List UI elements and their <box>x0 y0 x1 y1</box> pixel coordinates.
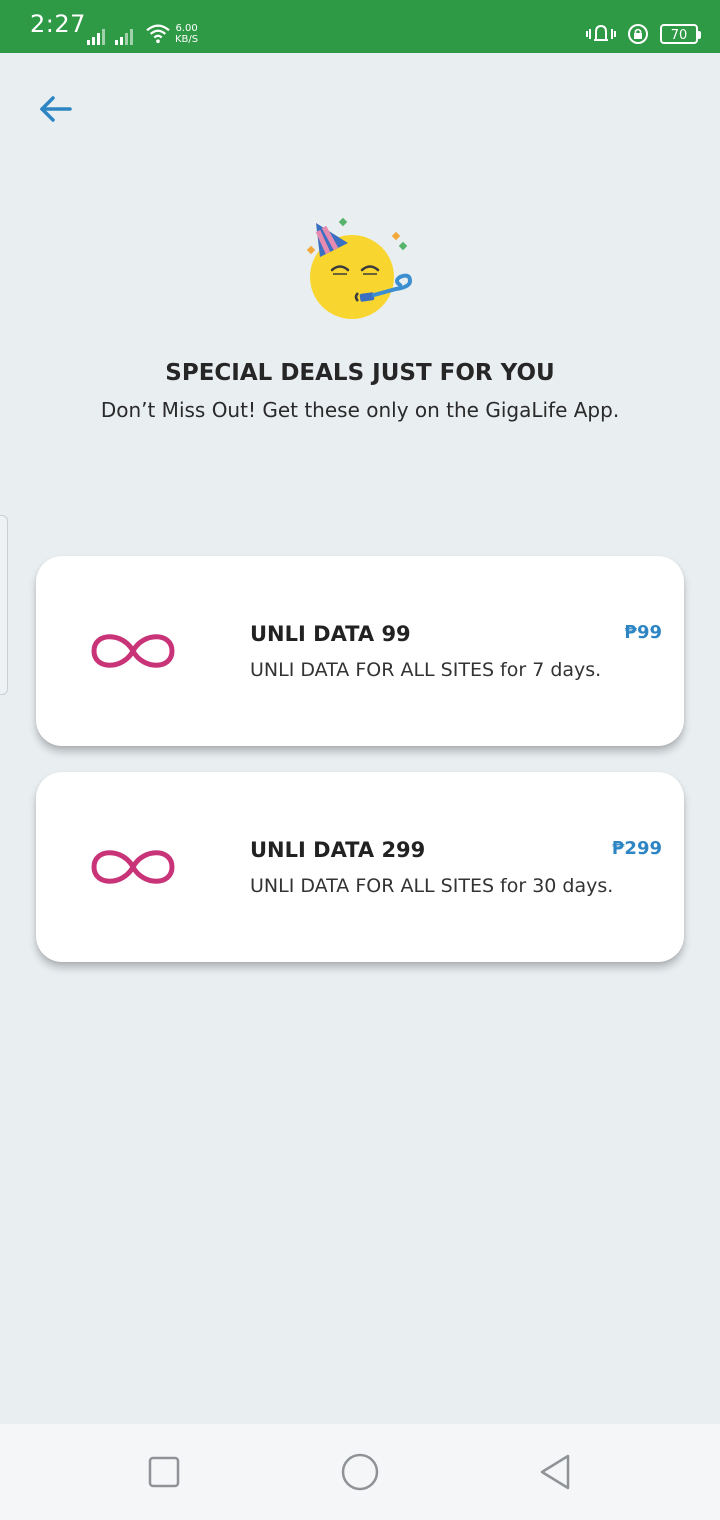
offer-price: ₱99 <box>624 622 662 643</box>
nav-back-button[interactable] <box>536 1452 576 1492</box>
circle-icon <box>341 1453 379 1491</box>
page-title: SPECIAL DEALS JUST FOR YOU <box>165 360 555 386</box>
arrow-left-icon <box>40 96 72 122</box>
offer-price: ₱299 <box>611 838 662 859</box>
offer-name: UNLI DATA 99 <box>250 622 411 646</box>
status-time: 2:27 <box>30 10 86 38</box>
offer-description: UNLI DATA FOR ALL SITES for 7 days. <box>250 659 602 681</box>
system-nav-bar <box>0 1424 720 1520</box>
recents-button[interactable] <box>144 1452 184 1492</box>
rotation-lock-icon <box>628 24 648 44</box>
party-face-icon <box>306 217 413 319</box>
triangle-back-icon <box>540 1454 570 1490</box>
page-subtitle: Don’t Miss Out! Get these only on the Gi… <box>100 398 620 422</box>
signal-icon <box>87 29 105 45</box>
vibrate-icon <box>586 24 616 41</box>
status-bar: 2:27 6.00 KB/S 70 <box>0 0 720 53</box>
home-button[interactable] <box>340 1452 380 1492</box>
square-icon <box>148 1456 180 1488</box>
edge-panel-handle[interactable] <box>0 515 8 695</box>
offer-name: UNLI DATA 299 <box>250 838 426 862</box>
back-button[interactable] <box>36 90 76 130</box>
offer-description: UNLI DATA FOR ALL SITES for 30 days. <box>250 875 614 897</box>
infinity-icon <box>91 850 175 884</box>
net-speed-unit: KB/S <box>175 34 199 45</box>
net-speed: 6.00 KB/S <box>175 23 198 45</box>
battery-indicator: 70 <box>660 24 701 44</box>
net-speed-value: 6.00 <box>175 23 198 34</box>
status-right: 70 <box>586 22 701 46</box>
wifi-icon <box>146 24 170 44</box>
offer-card[interactable]: UNLI DATA 299 UNLI DATA FOR ALL SITES fo… <box>36 772 684 962</box>
infinity-icon <box>91 634 175 668</box>
offer-card[interactable]: UNLI DATA 99 UNLI DATA FOR ALL SITES for… <box>36 556 684 746</box>
signal-icon-2 <box>115 29 133 45</box>
